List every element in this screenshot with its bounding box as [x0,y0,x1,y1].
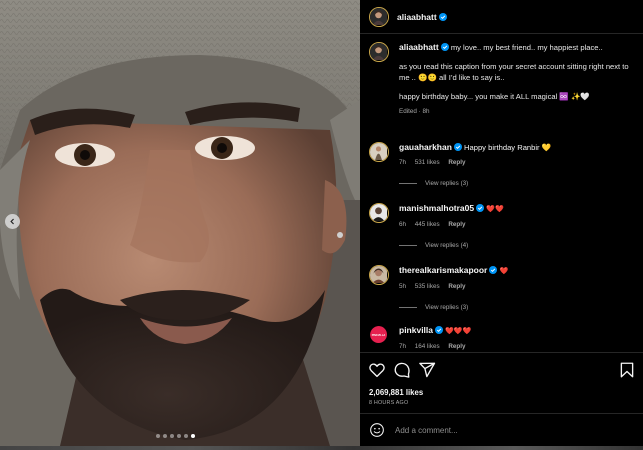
view-replies-label: View replies (3) [425,180,469,187]
reply-button[interactable]: Reply [448,283,465,290]
comment-username[interactable]: therealkarismakapoor [399,265,487,275]
avatar[interactable]: PINKVILLA [369,325,389,345]
avatar-image [370,43,387,60]
verified-badge-icon [476,204,485,212]
comment-item: manishmalhotra05 ❤️❤️ 6h 445 likes Reply [369,203,639,228]
portrait-image [0,0,360,446]
verified-badge-icon [489,266,498,274]
avatar-image [370,7,387,25]
divider-line [399,183,417,184]
reply-button[interactable]: Reply [448,159,465,166]
comment-time: 7h [399,343,407,350]
post-photo[interactable] [0,0,360,446]
post-timestamp: 8 HOURS AGO [369,400,409,406]
avatar[interactable] [369,42,389,62]
comment-icon[interactable] [393,361,411,379]
verified-badge-icon [435,326,444,334]
post-caption: aliaabhatt my love.. my best friend.. my… [369,42,639,117]
avatar[interactable] [369,6,389,27]
bookmark-icon[interactable] [618,361,636,379]
avatar-image [370,204,387,221]
carousel-dot[interactable] [170,434,174,438]
comment-time: 5h [399,283,407,290]
post-header: aliaabhatt [360,0,643,34]
background-strip [0,446,643,450]
comment-time: 6h [399,221,407,228]
view-replies-label: View replies (4) [425,242,469,249]
comment-time: 7h [399,159,407,166]
comments-list[interactable]: aliaabhatt my love.. my best friend.. my… [360,34,643,352]
avatar[interactable] [369,142,389,162]
comment-text: ❤️❤️❤️ [445,328,472,335]
caption-edited: Edited · 8h [399,108,430,115]
view-replies-button[interactable]: View replies (4) [399,242,468,249]
avatar-image [370,143,387,160]
post-panel: aliaabhatt aliaabhatt my love.. my best … [360,0,643,446]
heart-icon[interactable] [368,361,386,379]
verified-badge-icon [440,43,449,51]
view-replies-button[interactable]: View replies (3) [399,180,468,187]
carousel-dot[interactable] [156,434,160,438]
emoji-icon[interactable] [369,422,385,438]
comment-username[interactable]: manishmalhotra05 [399,203,474,213]
verified-badge-icon [453,143,462,151]
send-icon[interactable] [418,361,436,379]
avatar[interactable] [369,265,389,285]
avatar-image: PINKVILLA [370,326,387,343]
carousel-dot[interactable] [184,434,188,438]
avatar[interactable] [369,203,389,223]
reply-button[interactable]: Reply [448,343,465,350]
post-actions: 2,069,881 likes 8 HOURS AGO [360,352,643,412]
chevron-left-icon [10,218,14,225]
likes-count[interactable]: 2,069,881 likes [369,388,423,397]
comment-username[interactable]: gauaharkhan [399,142,452,152]
comment-likes[interactable]: 445 likes [415,221,440,228]
carousel-dot[interactable] [163,434,167,438]
carousel-dots [156,434,195,438]
caption-username[interactable]: aliaabhatt [399,42,439,52]
comment-text: ❤️❤️ [486,206,504,213]
comment-item: therealkarismakapoor ❤️ 5h 535 likes Rep… [369,265,639,290]
view-replies-label: View replies (3) [425,304,469,311]
carousel-dot-active[interactable] [191,434,195,438]
avatar-image [370,266,387,283]
comment-text: Happy birthday Ranbir 💛 [464,143,552,152]
comment-input[interactable] [395,425,615,435]
add-comment-bar [360,413,643,446]
reply-button[interactable]: Reply [448,221,465,228]
carousel-prev-button[interactable] [5,214,20,229]
caption-line-2: as you read this caption from your secre… [399,62,629,82]
carousel-dot[interactable] [177,434,181,438]
comment-text: ❤️ [499,268,509,275]
header-username[interactable]: aliaabhatt [397,12,437,22]
comment-item: PINKVILLA pinkvilla ❤️❤️❤️ 7h 164 likes … [369,325,639,350]
comment-item: gauaharkhan Happy birthday Ranbir 💛 7h 5… [369,142,639,166]
comment-likes[interactable]: 164 likes [415,343,440,350]
verified-badge-icon [438,12,447,21]
caption-line-1: my love.. my best friend.. my happiest p… [450,43,603,52]
comment-likes[interactable]: 535 likes [415,283,440,290]
caption-line-3: happy birthday baby... you make it ALL m… [399,92,590,101]
divider-line [399,307,417,308]
view-replies-button[interactable]: View replies (3) [399,304,468,311]
divider-line [399,245,417,246]
comment-likes[interactable]: 531 likes [415,159,440,166]
comment-username[interactable]: pinkvilla [399,325,433,335]
pinkvilla-logo-text: PINKVILLA [372,333,386,337]
